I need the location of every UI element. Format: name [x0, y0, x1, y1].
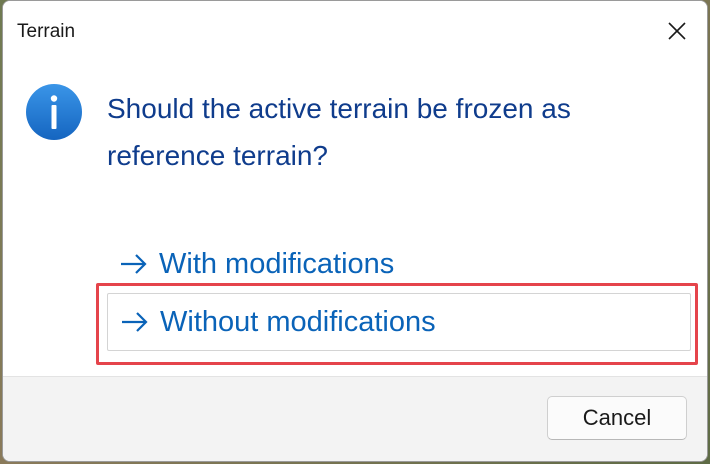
close-icon: [668, 22, 686, 40]
with-modifications-button[interactable]: With modifications: [107, 235, 691, 293]
close-button[interactable]: [657, 13, 697, 49]
terrain-dialog: Terrain Should the active terrain be fro…: [2, 0, 708, 462]
title-bar: Terrain: [3, 1, 707, 61]
dialog-footer: Cancel: [3, 376, 707, 461]
arrow-right-icon: [121, 254, 147, 274]
info-icon: [26, 84, 82, 140]
without-modifications-button[interactable]: Without modifications: [107, 293, 691, 351]
dialog-question: Should the active terrain be frozen as r…: [107, 93, 571, 171]
without-modifications-label: Without modifications: [160, 305, 436, 338]
cancel-button[interactable]: Cancel: [547, 396, 687, 440]
arrow-right-icon: [122, 312, 148, 332]
dialog-title: Terrain: [17, 21, 76, 42]
with-modifications-label: With modifications: [159, 247, 395, 280]
